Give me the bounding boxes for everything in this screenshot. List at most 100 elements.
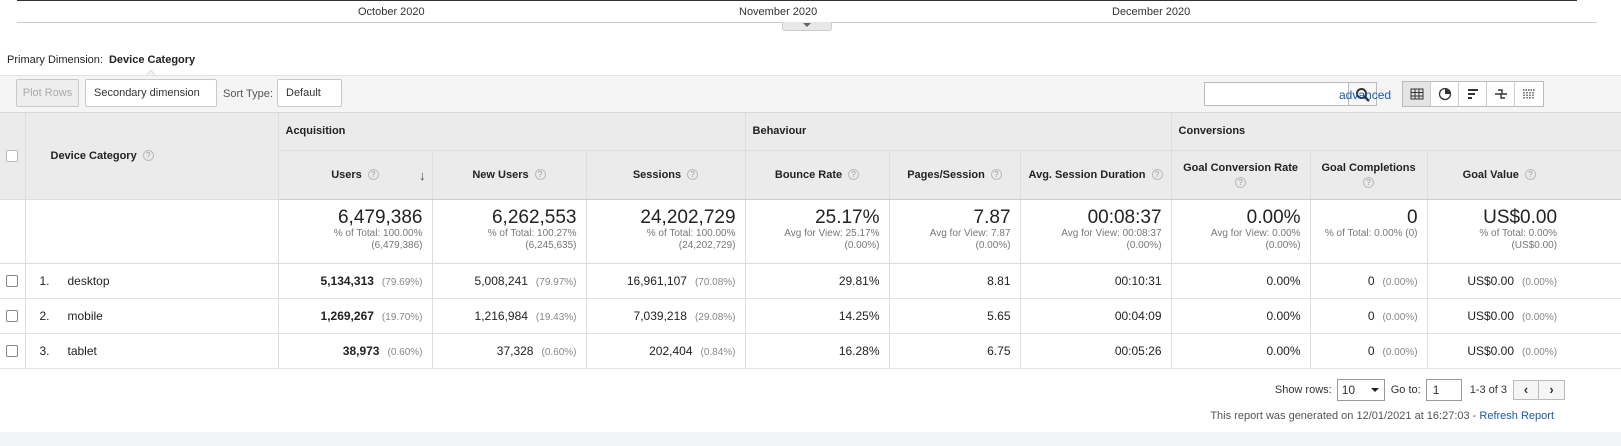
metric-cell: 0.00% (1171, 263, 1311, 299)
row-checkbox[interactable] (6, 310, 19, 323)
column-header-goal-conversion-rate[interactable]: Goal Conversion Rate? (1171, 150, 1311, 200)
column-header-label: Bounce Rate (774, 168, 843, 181)
metric-pct: (0.00%) (1382, 276, 1418, 288)
timeline-month-label: December 2020 (1112, 6, 1191, 18)
metric-value: 1,216,984 (474, 308, 528, 323)
sort-type-value: Default (286, 87, 321, 99)
help-icon[interactable]: ? (687, 169, 699, 181)
metric-pct: (0.00%) (1522, 311, 1558, 323)
show-rows-select[interactable]: 10 (1336, 379, 1385, 401)
table-row[interactable]: 2. mobile 1,269,267 (19.70%) 1,216,984 (19.… (0, 298, 1621, 334)
table-row[interactable]: 3. tablet 38,973 (0.60%) 37,328 (0.60%) 202… (0, 333, 1621, 369)
prev-page-button[interactable]: ‹ (1513, 380, 1539, 400)
metric-pct: (0.60%) (541, 346, 577, 358)
plot-rows-button[interactable]: Plot Rows (16, 79, 79, 107)
goto-page-input[interactable]: 1 (1425, 379, 1462, 401)
dimension-value-link[interactable]: tablet (68, 344, 97, 358)
sort-type-dropdown[interactable]: Default (277, 79, 342, 122)
metric-value: 202,404 (649, 343, 693, 358)
table-row[interactable]: 1. desktop 5,134,313 (79.69%) 5,008,241 (79… (0, 263, 1621, 299)
select-all-checkbox[interactable] (6, 149, 19, 162)
metric-value: 0 (1367, 343, 1375, 358)
metric-cell: 38,973 (0.60%) (278, 333, 433, 369)
metric-pct: (19.70%) (381, 311, 423, 323)
column-header-bounce-rate[interactable]: Bounce Rate? (745, 150, 890, 200)
chevron-down-icon (803, 23, 811, 27)
row-select-cell (0, 263, 26, 299)
row-checkbox[interactable] (6, 345, 19, 358)
dimension-value-link[interactable]: desktop (68, 274, 110, 288)
column-header-goal-completions[interactable]: Goal Completions? (1310, 150, 1428, 200)
metric-pct: (0.00%) (1522, 346, 1558, 358)
refresh-report-link[interactable]: Refresh Report (1479, 410, 1554, 422)
help-icon[interactable]: ? (1151, 169, 1163, 181)
row-checkbox[interactable] (6, 275, 19, 288)
pie-view-button[interactable] (1431, 82, 1459, 106)
column-header-avg-session-duration[interactable]: Avg. Session Duration? (1020, 150, 1172, 200)
column-header-label: Goal Conversion Rate (1183, 161, 1298, 174)
metric-cell: 00:04:09 (1020, 298, 1172, 334)
bar-view-button[interactable] (1459, 82, 1487, 106)
column-header-pages-session[interactable]: Pages/Session? (889, 150, 1021, 200)
total-value: 6,262,553 (491, 206, 577, 228)
column-header-goal-value[interactable]: Goal Value? (1427, 150, 1621, 200)
total-cell: 24,202,729% of Total: 100.00% (24,202,729… (586, 199, 746, 264)
total-sub: (US$0.00) (1511, 239, 1558, 251)
help-icon[interactable]: ? (1524, 169, 1536, 181)
metric-value: 1,269,267 (320, 308, 374, 323)
help-icon[interactable]: ? (534, 169, 546, 181)
dimension-value-link[interactable]: mobile (68, 309, 103, 323)
total-sub: % of Total: 0.00% (1479, 227, 1558, 239)
row-select-cell (0, 298, 26, 334)
metric-cell: 1,269,267 (19.70%) (278, 298, 433, 334)
chart-collapse-toggle[interactable] (782, 22, 832, 31)
primary-dimension-value[interactable]: Device Category (109, 54, 195, 66)
total-sub: Avg for View: 0.00% (1210, 227, 1301, 239)
table-view-button[interactable] (1403, 82, 1431, 106)
help-icon[interactable]: ? (367, 169, 379, 181)
metric-cell: 0.00% (1171, 333, 1311, 369)
help-icon[interactable]: ? (142, 150, 154, 162)
total-sub: Avg for View: 7.87 (929, 227, 1011, 239)
primary-dimension-label: Primary Dimension: (7, 54, 103, 66)
total-cell: US$0.00% of Total: 0.00% (US$0.00) (1427, 199, 1621, 264)
comparison-view-button[interactable] (1487, 82, 1515, 106)
next-page-button[interactable]: › (1539, 380, 1565, 400)
help-icon[interactable]: ? (848, 169, 860, 181)
total-cell: 0.00% Avg for View: 0.00% (0.00%) (1171, 199, 1311, 264)
metric-value: 7,039,218 (633, 308, 687, 323)
column-header-label: Sessions (632, 168, 682, 181)
total-value: 25.17% (815, 206, 880, 228)
group-header-behaviour: Behaviour (745, 113, 1172, 151)
secondary-dimension-dropdown[interactable]: Secondary dimension (85, 79, 217, 122)
metric-pct: (70.08%) (694, 276, 736, 288)
metric-value: 37,328 (496, 343, 534, 358)
primary-dimension: Primary Dimension: Device Category (7, 54, 195, 66)
chevron-left-icon: ‹ (1523, 382, 1529, 397)
column-header-users[interactable]: Users? ↓ (278, 150, 433, 200)
help-icon[interactable]: ? (1235, 176, 1247, 188)
header-group-row: Device Category? Acquisition Behaviour C… (0, 113, 1621, 200)
metric-cell: 6.75 (889, 333, 1021, 369)
total-value: 0.00% (1246, 206, 1301, 228)
metric-pct: (79.69%) (381, 276, 423, 288)
pivot-view-button[interactable] (1515, 82, 1543, 106)
help-icon[interactable]: ? (1363, 176, 1375, 188)
metric-cell: 0.00% (1171, 298, 1311, 334)
column-header-label: Avg. Session Duration (1028, 168, 1146, 181)
column-header-new-users[interactable]: New Users? (432, 150, 587, 200)
advanced-filter-link[interactable]: advanced (1339, 88, 1391, 102)
view-switcher (1402, 81, 1544, 107)
metric-cell: 8.81 (889, 263, 1021, 299)
total-cell: 0% of Total: 0.00% (0) (1310, 199, 1428, 264)
table-search-input[interactable] (1204, 82, 1349, 106)
help-icon[interactable]: ? (990, 169, 1002, 181)
metric-cell: 0 (0.00%) (1310, 263, 1428, 299)
total-cell: 25.17% Avg for View: 25.17% (0.00%) (745, 199, 890, 264)
column-header-sessions[interactable]: Sessions? (586, 150, 746, 200)
row-select-cell (0, 333, 26, 369)
show-rows-value: 10 (1341, 383, 1356, 397)
dimension-header[interactable]: Device Category? (25, 113, 279, 200)
metric-value: US$0.00 (1467, 273, 1515, 288)
metric-value: 0 (1367, 308, 1375, 323)
